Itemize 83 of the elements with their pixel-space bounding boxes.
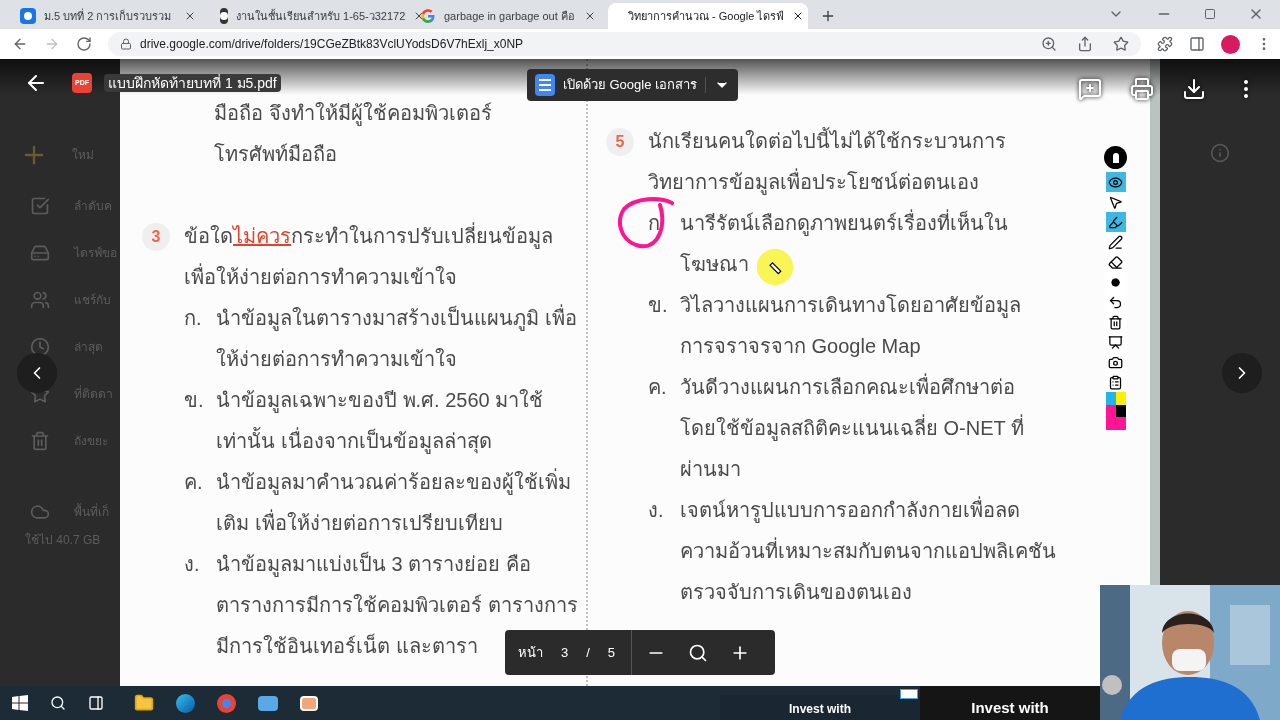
option-label: ข. bbox=[648, 293, 668, 318]
option-text: ตารางการมีการใช้คอมพิวเตอร์ ตารางการ bbox=[216, 593, 578, 618]
option-label: ข. bbox=[184, 388, 204, 413]
option-text: นำข้อมูลเฉพาะของปี พ.ศ. 2560 มาใช้ bbox=[216, 388, 544, 415]
browser-icon[interactable] bbox=[176, 693, 195, 713]
marker-tool-icon[interactable] bbox=[1105, 212, 1126, 232]
option-text: ผ่านมา bbox=[680, 457, 741, 482]
option-text: การจราจรจาก Google Map bbox=[680, 334, 921, 359]
tab-title: วิทยาการคำนวณ - Google ไดรฟ์ bbox=[628, 8, 785, 24]
eye-tool-icon[interactable] bbox=[1105, 172, 1126, 192]
option-text: ให้ง่ายต่อการทำความเข้าใจ bbox=[216, 347, 457, 372]
option-text: นารีรัตน์เลือกดูภาพยนตร์เรื่องที่เห็นใน bbox=[680, 203, 1008, 244]
page-total: 5 bbox=[607, 643, 616, 662]
side-panel-icon[interactable] bbox=[1189, 36, 1205, 52]
question-text: เพื่อให้ง่ายต่อการทำความเข้าใจ bbox=[184, 257, 457, 298]
ad-close-icon[interactable] bbox=[900, 689, 918, 699]
url-text: drive.google.com/drive/folders/19CGeZBtk83VclUYodsD6V7hExlj_x0NP bbox=[140, 36, 525, 53]
tab-title: ม.5 บทที่ 2 การเก็บรวบรวม bbox=[44, 7, 173, 24]
page-number: 3 bbox=[561, 643, 569, 662]
option-text: มีการใช้อินเทอร์เน็ต และตารา bbox=[216, 632, 478, 659]
bookmark-icon[interactable] bbox=[1113, 36, 1129, 52]
download-icon[interactable] bbox=[1182, 77, 1206, 101]
question-number: 3 bbox=[142, 222, 170, 251]
cloud-icon bbox=[30, 502, 50, 522]
lock-icon bbox=[120, 38, 132, 50]
profile-avatar[interactable] bbox=[1221, 34, 1240, 54]
page-label: หน้า bbox=[518, 643, 543, 662]
google-icon bbox=[420, 8, 436, 24]
question-text: วิทยาการข้อมูลเพื่อประโยชน์ต่อตนเอง bbox=[648, 162, 979, 203]
browser-tab[interactable]: วิทยาการคำนวณ - Google ไดรฟ์ bbox=[608, 3, 808, 29]
option-text: นำข้อมูลมาแบ่งเป็น 3 ตารางย่อย คือ bbox=[216, 550, 531, 579]
chrome-icon[interactable] bbox=[217, 693, 236, 713]
page-separator: / bbox=[586, 643, 590, 662]
option-text: โฆษณา bbox=[680, 252, 749, 277]
folder-icon[interactable] bbox=[134, 693, 154, 713]
option-text: ความอ้วนที่เหมาะสมกับตนจากแอปพลิเคชัน bbox=[680, 531, 1056, 572]
close-icon[interactable] bbox=[184, 10, 196, 22]
reload-icon[interactable] bbox=[76, 36, 92, 52]
tab-title: garbage in garbage out คือ bbox=[444, 8, 576, 24]
search-icon[interactable] bbox=[50, 695, 66, 711]
option-text: เจตน์หารูปแบบการออกกำลังกายเพื่อลด bbox=[680, 490, 1020, 531]
color-palette-icon[interactable] bbox=[1105, 392, 1126, 430]
close-icon[interactable] bbox=[584, 10, 596, 22]
drive-icon bbox=[30, 243, 50, 263]
browser-tab[interactable]: ม.5 บทที่ 2 การเก็บรวบรวม bbox=[8, 3, 208, 29]
clock-icon bbox=[30, 337, 50, 357]
question-text: ข้อใดไม่ควรกระทำในการปรับเปลี่ยนข้อมูล bbox=[184, 216, 553, 257]
tab-title: งานในชั้นเรียนสำหรับ 1-65-ว32172 bbox=[236, 8, 406, 24]
open-with-button[interactable]: เปิดด้วย Google เอกสาร bbox=[527, 69, 738, 101]
file-name: แบบฝึกหัดท้ายบทที่ 1 ม5.pdf bbox=[104, 74, 281, 92]
task-view-icon[interactable] bbox=[88, 695, 104, 711]
option-label: ก. bbox=[184, 306, 202, 331]
checkbox-icon bbox=[30, 196, 50, 216]
option-text: โดยใช้ข้อมูลสถิติคะแนนเฉลี่ย O-NET ที่ bbox=[680, 408, 1024, 449]
option-label: ค. bbox=[648, 375, 667, 400]
restore-icon[interactable] bbox=[1204, 8, 1216, 20]
option-text: วันดีวางแผนการเลือกคณะเพื่อศึกษาต่อ bbox=[680, 367, 1015, 408]
share-icon[interactable] bbox=[1077, 36, 1093, 52]
option-text: เท่านั้น เนื่องจากเป็นข้อมูลล่าสุด bbox=[216, 421, 492, 462]
option-label: ก bbox=[648, 211, 660, 236]
option-label: ค. bbox=[184, 470, 203, 495]
browser-tab[interactable]: garbage in garbage out คือ bbox=[408, 3, 608, 29]
windows-icon[interactable] bbox=[12, 695, 28, 711]
question-number: 5 bbox=[606, 127, 634, 156]
option-text: เติม เพื่อให้ง่ายต่อการเปรียบเทียบ bbox=[216, 503, 503, 544]
document-text: โทรศัพท์มือถือ bbox=[214, 142, 337, 167]
slides-icon[interactable] bbox=[300, 695, 318, 711]
option-text: วิไลวางแผนการเดินทางโดยอาศัยข้อมูล bbox=[680, 293, 1021, 320]
info-icon bbox=[1210, 143, 1230, 163]
new-tab-icon[interactable] bbox=[820, 8, 836, 24]
option-label: ง. bbox=[184, 552, 200, 577]
document-text: มือถือ จึงทำให้มีผู้ใช้คอมพิวเตอร์ bbox=[214, 101, 492, 128]
option-text: ตรวจจับการเดินของตนเอง bbox=[680, 580, 912, 605]
people-icon bbox=[30, 290, 50, 310]
trash-icon bbox=[30, 431, 50, 451]
extensions-icon[interactable] bbox=[1157, 36, 1173, 52]
question-text: นักเรียนคนใดต่อไปนี้ไม่ได้ใช้กระบวนการ bbox=[648, 121, 1006, 162]
cursor-highlight-icon bbox=[756, 248, 794, 286]
option-text: นำข้อมูลมาคำนวณค่าร้อยละของผู้ใช้เพิ่ม bbox=[216, 462, 571, 503]
zoom-icon[interactable] bbox=[688, 642, 709, 663]
option-label: ง. bbox=[648, 498, 664, 523]
option-text: นำข้อมูลในตารางมาสร้างเป็นแผนภูมิ เพื่อ bbox=[216, 298, 577, 339]
address-bar[interactable]: drive.google.com/drive/folders/19CGeZBtk83VclUYodsD6V7hExlj_x0NP bbox=[108, 32, 1141, 56]
